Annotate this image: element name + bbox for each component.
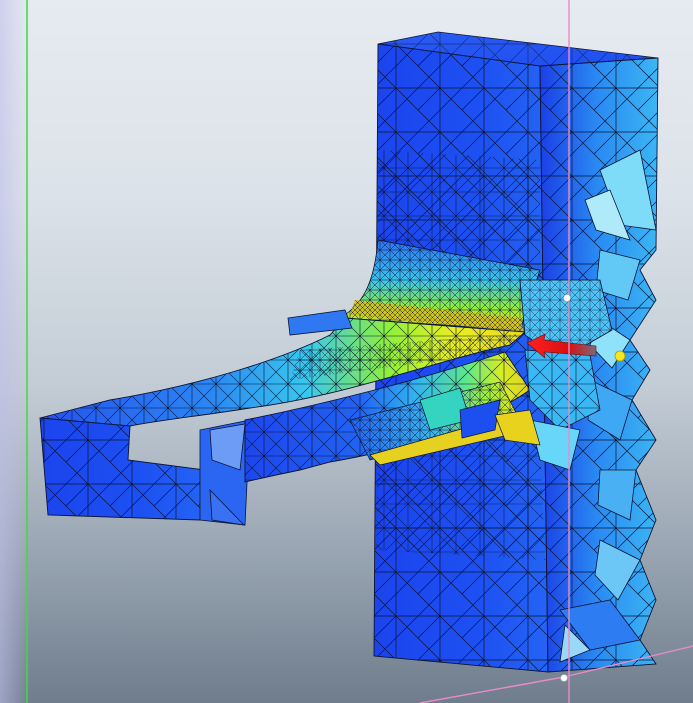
3d-viewport[interactable]	[0, 0, 693, 703]
fea-scene[interactable]	[0, 0, 693, 703]
white-dot-icon[interactable]	[560, 674, 568, 682]
white-dot-icon[interactable]	[563, 294, 571, 302]
yellow-dot-icon[interactable]	[614, 350, 626, 362]
